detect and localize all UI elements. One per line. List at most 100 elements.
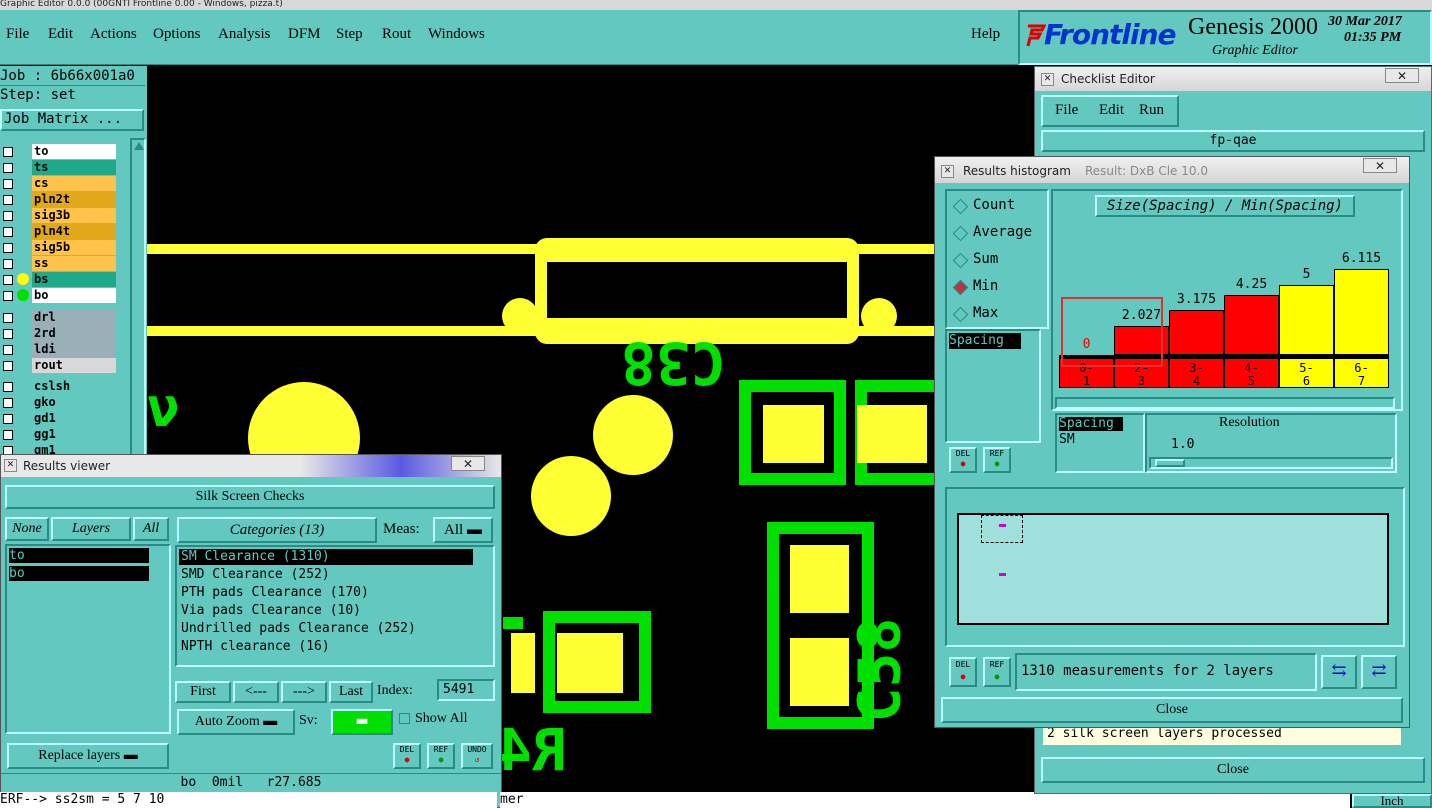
resolution-slider-thumb[interactable] [1155,459,1185,467]
layers-button[interactable]: Layers [51,517,131,541]
menu-actions[interactable]: Actions [90,26,137,43]
layer-row-bo[interactable]: bo [0,288,116,304]
replace-layers-select[interactable]: Replace layers ▬ [7,743,169,769]
category-item[interactable]: Via pads Clearance (10) [179,603,473,619]
results-viewer-titlebar[interactable]: ✕ Results viewer ✕ [1,455,501,477]
checklist-close-icon[interactable]: ✕ [1385,68,1419,83]
hist-bar[interactable] [1224,295,1279,355]
menu-rout[interactable]: Rout [382,26,411,43]
attr-item-spacing[interactable]: Spacing [1059,417,1123,431]
layer-row-ldi[interactable]: ldi [0,342,116,358]
layer-checkbox[interactable] [3,227,13,237]
category-item[interactable]: PTH pads Clearance (170) [179,585,473,601]
menu-analysis[interactable]: Analysis [218,26,271,43]
hist-bar[interactable] [1279,285,1334,355]
hist-bar[interactable] [1334,269,1389,355]
layer-row-ss[interactable]: ss [0,256,116,272]
layer-checkbox[interactable] [3,147,13,157]
layer-checkbox[interactable] [3,195,13,205]
menu-help[interactable]: Help [971,26,1000,43]
prev-button[interactable]: <--- [233,681,279,703]
layer-row-ts[interactable]: ts [0,160,116,176]
checklist-menu-run[interactable]: Run [1139,102,1164,119]
preview-canvas[interactable] [957,513,1389,625]
layer-checkbox[interactable] [3,382,13,392]
auto-zoom-select[interactable]: Auto Zoom ▬ [177,709,295,735]
histogram-hscrollbar[interactable] [1055,397,1395,409]
first-button[interactable]: First [175,681,231,703]
layer-row-gd1[interactable]: gd1 [0,411,116,427]
layer-checkbox[interactable] [3,211,13,221]
layer-row-gko[interactable]: gko [0,395,116,411]
menu-step[interactable]: Step [336,26,363,43]
layer-checkbox[interactable] [3,243,13,253]
category-item[interactable]: SMD Clearance (252) [179,567,473,583]
layer-checkbox[interactable] [3,398,13,408]
layer-checkbox[interactable] [3,361,13,371]
menu-file[interactable]: File [6,26,29,43]
category-item[interactable]: NPTH clearance (16) [179,639,473,655]
sv-color-select[interactable]: ▬ [331,709,393,735]
next-button[interactable]: ---> [281,681,327,703]
layer-checkbox[interactable] [3,345,13,355]
layer-checkbox[interactable] [3,259,13,269]
menu-edit[interactable]: Edit [48,26,73,43]
checklist-menu-edit[interactable]: Edit [1099,102,1124,119]
histogram-close-button[interactable]: Close [941,697,1403,723]
last-button[interactable]: Last [329,681,373,703]
layers-none-button[interactable]: None [5,517,49,541]
layer-checkbox[interactable] [3,329,13,339]
menu-windows[interactable]: Windows [428,26,485,43]
menu-options[interactable]: Options [153,26,201,43]
layer-select-to[interactable]: to [9,548,149,563]
show-all-checkbox[interactable] [399,713,410,724]
layer-checkbox[interactable] [3,275,13,285]
category-item[interactable]: SM Clearance (1310) [179,549,473,565]
index-input[interactable]: 5491 [437,679,495,701]
layer-row-2rd[interactable]: 2rd [0,326,116,342]
layer-row-drl[interactable]: drl [0,310,116,326]
layer-checkbox[interactable] [3,430,13,440]
checklist-editor-titlebar[interactable]: ✕ Checklist Editor ✕ [1035,67,1431,91]
layer-row-to[interactable]: to [0,144,116,160]
results-viewer-close-icon[interactable]: ✕ [451,456,485,471]
attr-item-sm[interactable]: SM [1059,433,1123,447]
scroll-up-icon[interactable] [134,142,144,150]
layer-checkbox[interactable] [3,163,13,173]
layer-checkbox[interactable] [3,291,13,301]
units-select[interactable]: Inch [1352,794,1432,808]
preview-del-button[interactable]: DEL ● [949,657,977,687]
menu-dfm[interactable]: DFM [288,26,321,43]
ref-button[interactable]: REF ● [427,743,455,769]
checklist-menu-file[interactable]: File [1055,102,1078,119]
layer-select-bo[interactable]: bo [9,566,149,581]
export-icon[interactable]: ⇆ [1321,655,1357,689]
import-icon[interactable]: ⇄ [1361,655,1397,689]
layers-all-button[interactable]: All [133,517,169,541]
layer-row-gg1[interactable]: gg1 [0,427,116,443]
label-c38: C38 [621,329,726,397]
hist-bar[interactable] [1169,310,1224,355]
layer-scrollbar[interactable] [130,138,146,458]
app-icon: ✕ [4,459,17,472]
resolution-slider[interactable] [1149,457,1393,469]
layer-name: sig5b [32,240,116,255]
layer-row-pln2t[interactable]: pln2t [0,192,116,208]
checklist-close-button[interactable]: Close [1041,757,1425,783]
layer-checkbox[interactable] [3,179,13,189]
meas-select[interactable]: All ▬ [433,517,493,543]
layer-row-sig5b[interactable]: sig5b [0,240,116,256]
category-item[interactable]: Undrilled pads Clearance (252) [179,621,473,637]
layer-checkbox[interactable] [3,414,13,424]
layer-row-sig3b[interactable]: sig3b [0,208,116,224]
undo-button[interactable]: UNDO ↺ [461,743,493,769]
del-button[interactable]: DEL ● [393,743,421,769]
layer-checkbox[interactable] [3,313,13,323]
layer-row-bs[interactable]: bs [0,272,116,288]
layer-row-pln4t[interactable]: pln4t [0,224,116,240]
layer-row-cslsh[interactable]: cslsh [0,379,116,395]
layer-row-rout[interactable]: rout [0,358,116,374]
job-matrix-button[interactable]: Job Matrix ... [0,109,144,131]
layer-row-cs[interactable]: cs [0,176,116,192]
preview-ref-button[interactable]: REF ● [983,657,1011,687]
